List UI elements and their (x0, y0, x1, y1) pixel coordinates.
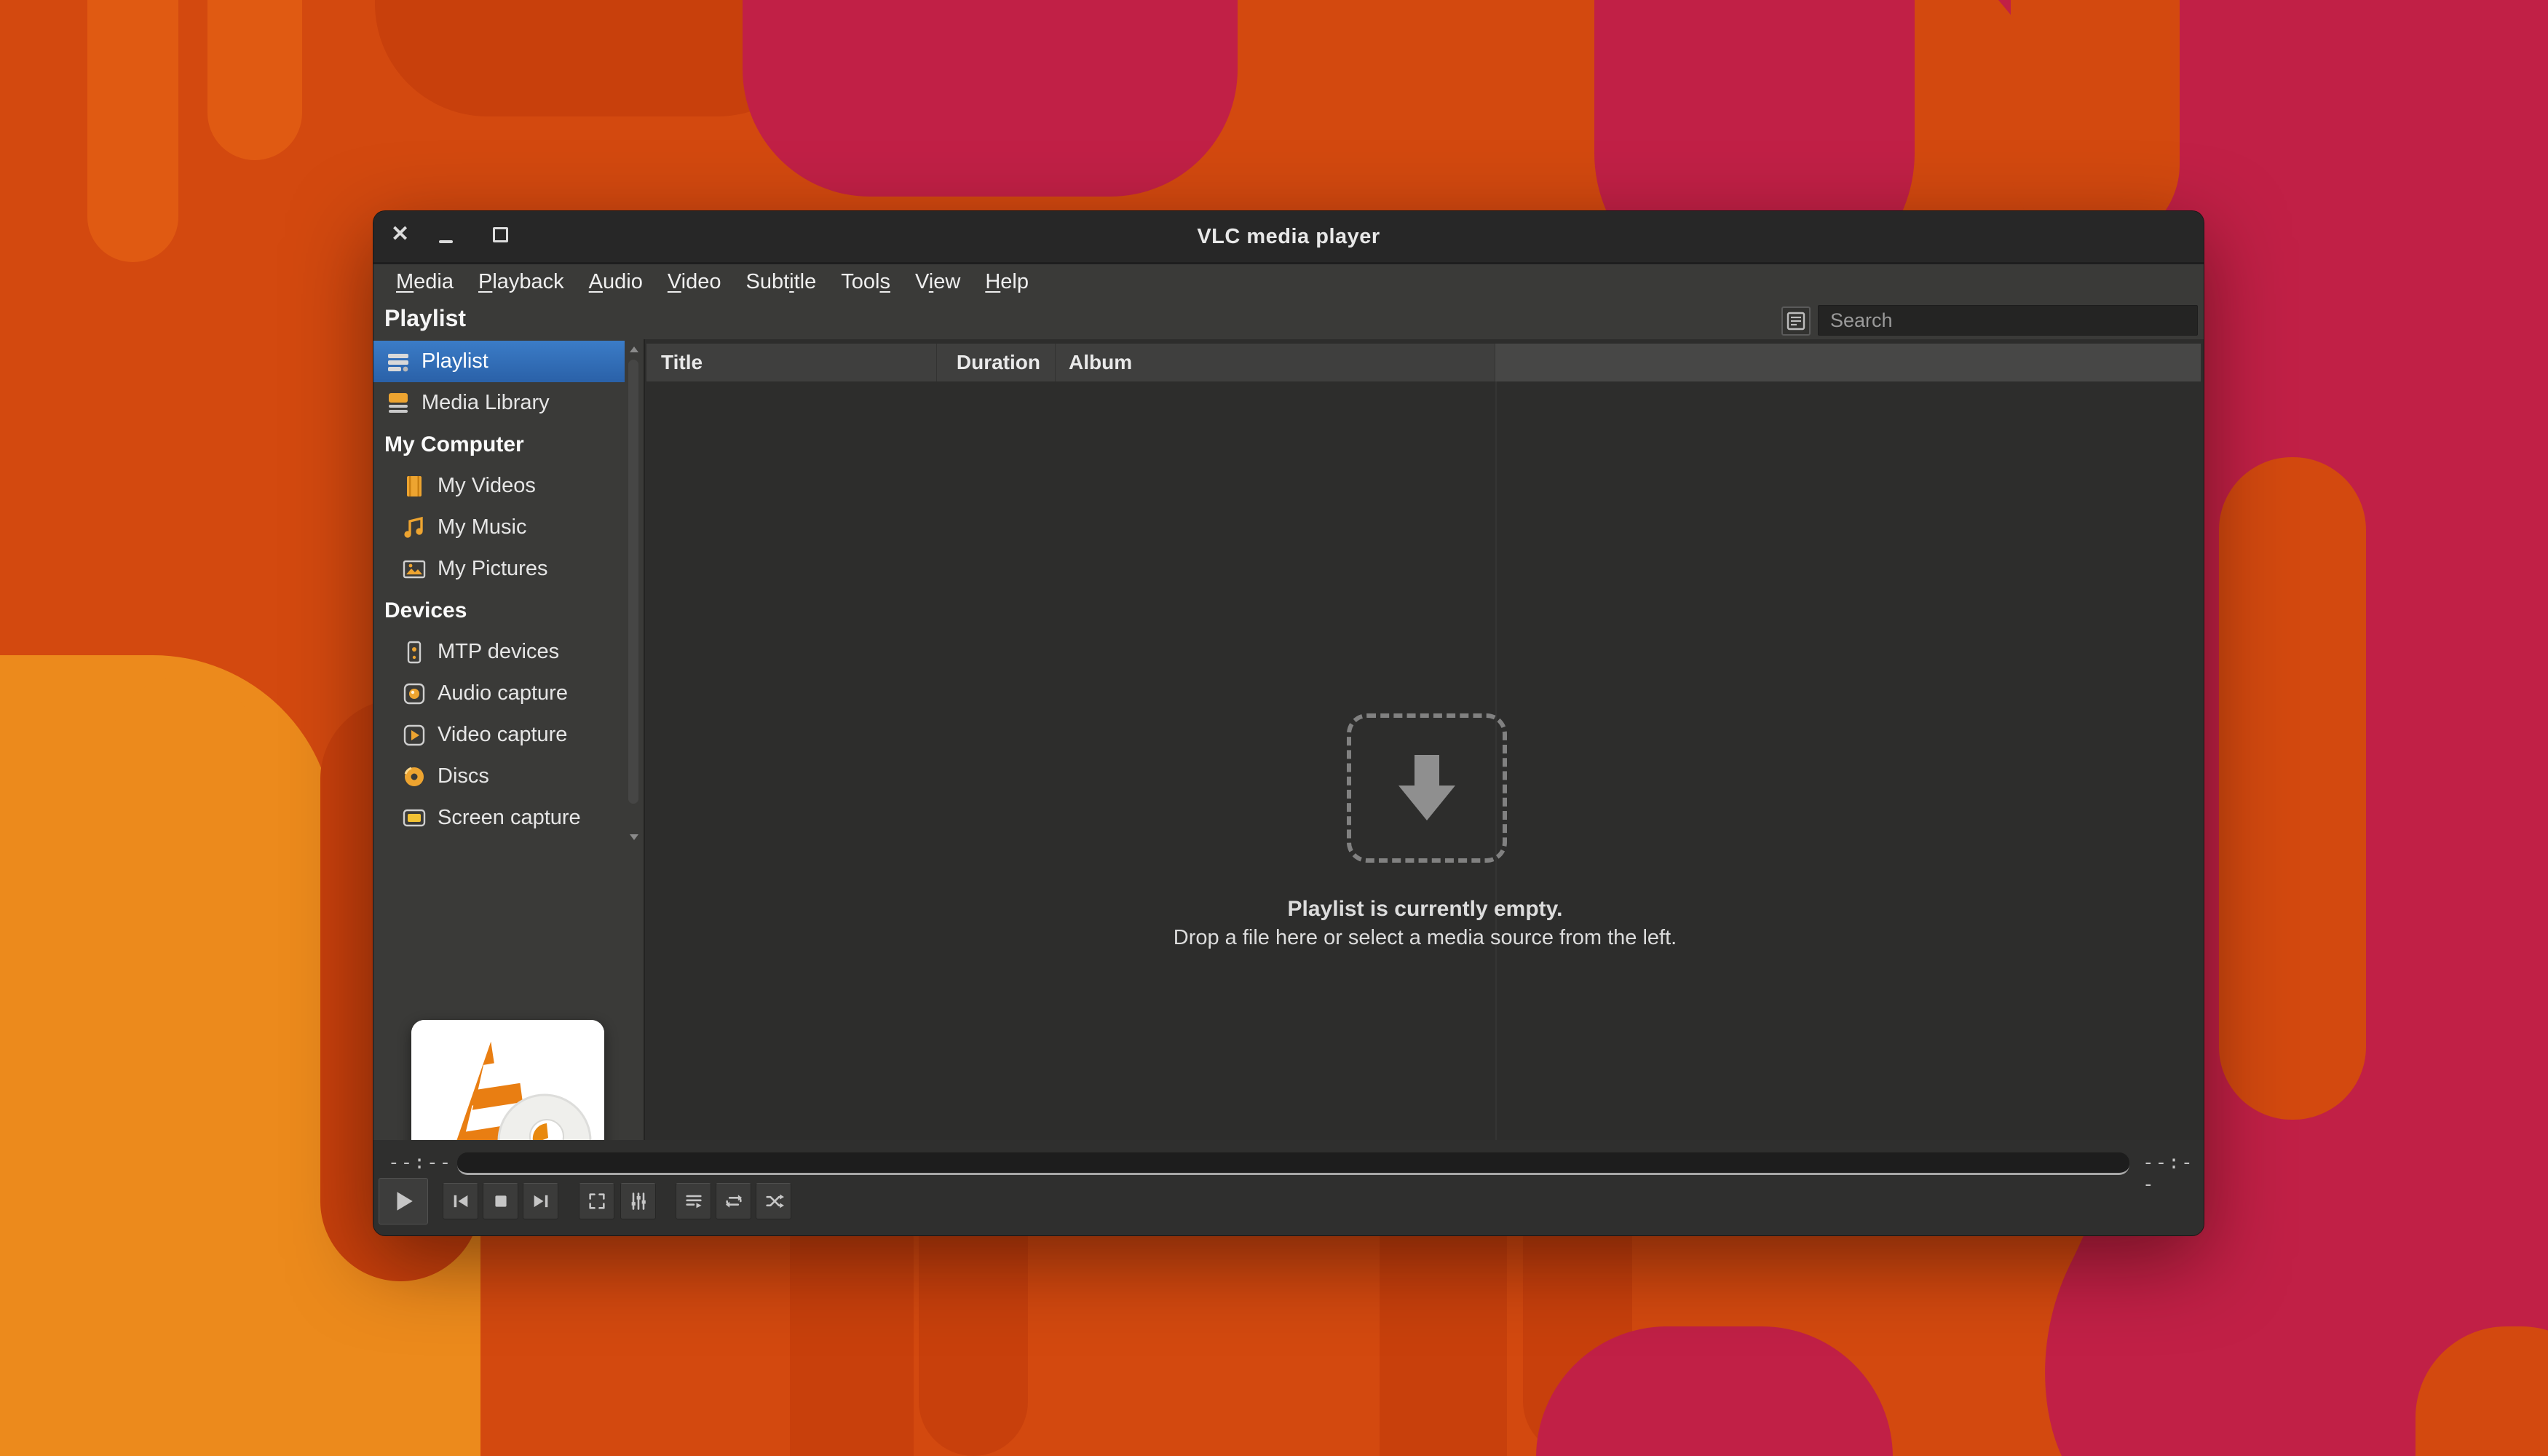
disc-icon (401, 764, 427, 790)
sidebar-item-label: Media Library (422, 391, 550, 415)
menu-item-view[interactable]: View (903, 264, 973, 300)
drop-zone[interactable] (1347, 713, 1507, 863)
equalizer-icon (628, 1191, 649, 1211)
play-icon (391, 1189, 416, 1214)
loop-icon (724, 1191, 744, 1211)
sidebar-item-label: Playlist (422, 349, 488, 373)
mtp-devices-icon (401, 639, 427, 665)
playlist-view-icon (1787, 312, 1805, 331)
search-box (1818, 305, 2198, 336)
videos-icon (401, 473, 427, 499)
playlist-view-title: Playlist (384, 305, 466, 332)
transport-bar: --:-- --:-- (373, 1140, 2204, 1235)
total-time: --:-- (2143, 1152, 2204, 1195)
random-button[interactable] (756, 1183, 791, 1219)
sidebar-item-label: My Music (438, 515, 526, 539)
music-icon (401, 515, 427, 541)
fullscreen-icon (587, 1191, 607, 1211)
sidebar-item-playlist[interactable]: Playlist (373, 341, 625, 382)
fullscreen-button[interactable] (579, 1183, 614, 1219)
sidebar-item-label: My Videos (438, 474, 536, 498)
pictures-icon (401, 556, 427, 582)
scrollbar-thumb[interactable] (628, 360, 638, 804)
seek-slider[interactable] (457, 1152, 2129, 1175)
window-title: VLC media player (373, 211, 2204, 262)
stop-button[interactable] (483, 1183, 518, 1219)
vlc-window: VLC media player ✕ Media Playback Audio … (373, 211, 2204, 1235)
empty-state-line2: Drop a file here or select a media sourc… (645, 926, 2204, 950)
sidebar-item-my-music[interactable]: My Music (373, 507, 625, 548)
sidebar-item-media-library[interactable]: Media Library (373, 382, 625, 424)
screen-capture-icon (401, 805, 427, 831)
playlist-view-toggle-button[interactable] (1781, 306, 1811, 336)
empty-state-line1: Playlist is currently empty. (645, 897, 2204, 922)
previous-button[interactable] (443, 1183, 478, 1219)
stop-icon (491, 1191, 511, 1211)
menu-item-video[interactable]: Video (655, 264, 734, 300)
titlebar[interactable]: VLC media player ✕ (373, 211, 2204, 264)
extended-settings-button[interactable] (620, 1183, 656, 1219)
show-playlist-button[interactable] (676, 1183, 711, 1219)
sidebar-item-label: Audio capture (438, 681, 568, 705)
scroll-down-icon[interactable] (630, 834, 638, 840)
sidebar-item-label: Discs (438, 764, 489, 788)
sidebar: Playlist Media Library My Computer My Vi… (373, 339, 644, 1140)
menu-item-playback[interactable]: Playback (466, 264, 577, 300)
sidebar-item-my-pictures[interactable]: My Pictures (373, 548, 625, 590)
minimize-icon[interactable] (439, 240, 453, 243)
menu-item-subtitle[interactable]: Subtitle (734, 264, 829, 300)
scroll-up-icon[interactable] (630, 347, 638, 352)
elapsed-time: --:-- (388, 1152, 452, 1174)
sidebar-item-label: My Pictures (438, 557, 547, 581)
sidebar-item-video-capture[interactable]: Video capture (373, 714, 625, 756)
search-input[interactable] (1819, 306, 2197, 335)
sidebar-item-label: MTP devices (438, 640, 559, 664)
menu-item-media[interactable]: Media (384, 264, 466, 300)
video-capture-icon (401, 722, 427, 748)
close-icon[interactable]: ✕ (391, 222, 409, 247)
audio-capture-icon (401, 681, 427, 707)
sidebar-item-label: Video capture (438, 723, 567, 747)
menu-item-help[interactable]: Help (973, 264, 1041, 300)
sidebar-header-my-computer: My Computer (373, 424, 625, 465)
sidebar-item-discs[interactable]: Discs (373, 756, 625, 797)
sidebar-header-devices: Devices (373, 590, 625, 631)
sidebar-item-mtp-devices[interactable]: MTP devices (373, 631, 625, 673)
sidebar-scrollbar[interactable] (626, 341, 642, 846)
drop-arrow-icon (1387, 748, 1467, 829)
sidebar-item-my-videos[interactable]: My Videos (373, 465, 625, 507)
sidebar-item-screen-capture[interactable]: Screen capture (373, 797, 625, 839)
maximize-icon[interactable] (493, 227, 508, 242)
play-button[interactable] (379, 1178, 428, 1224)
playlist-panel: Title Duration Album Playlist is current… (644, 339, 2204, 1140)
sidebar-item-audio-capture[interactable]: Audio capture (373, 673, 625, 714)
next-button[interactable] (523, 1183, 558, 1219)
random-icon (764, 1191, 784, 1211)
playlist-icon (385, 349, 411, 375)
menu-item-audio[interactable]: Audio (577, 264, 655, 300)
menu-item-tools[interactable]: Tools (828, 264, 903, 300)
previous-icon (451, 1191, 471, 1211)
empty-playlist-area[interactable]: Playlist is currently empty. Drop a file… (645, 339, 2204, 1140)
show-playlist-icon (684, 1191, 704, 1211)
sidebar-item-label: Screen capture (438, 806, 581, 830)
media-library-icon (385, 390, 411, 416)
loop-button[interactable] (716, 1183, 751, 1219)
menu-bar: Media Playback Audio Video Subtitle Tool… (373, 264, 2204, 300)
playlist-toolbar: Playlist (373, 300, 2204, 339)
next-icon (531, 1191, 551, 1211)
